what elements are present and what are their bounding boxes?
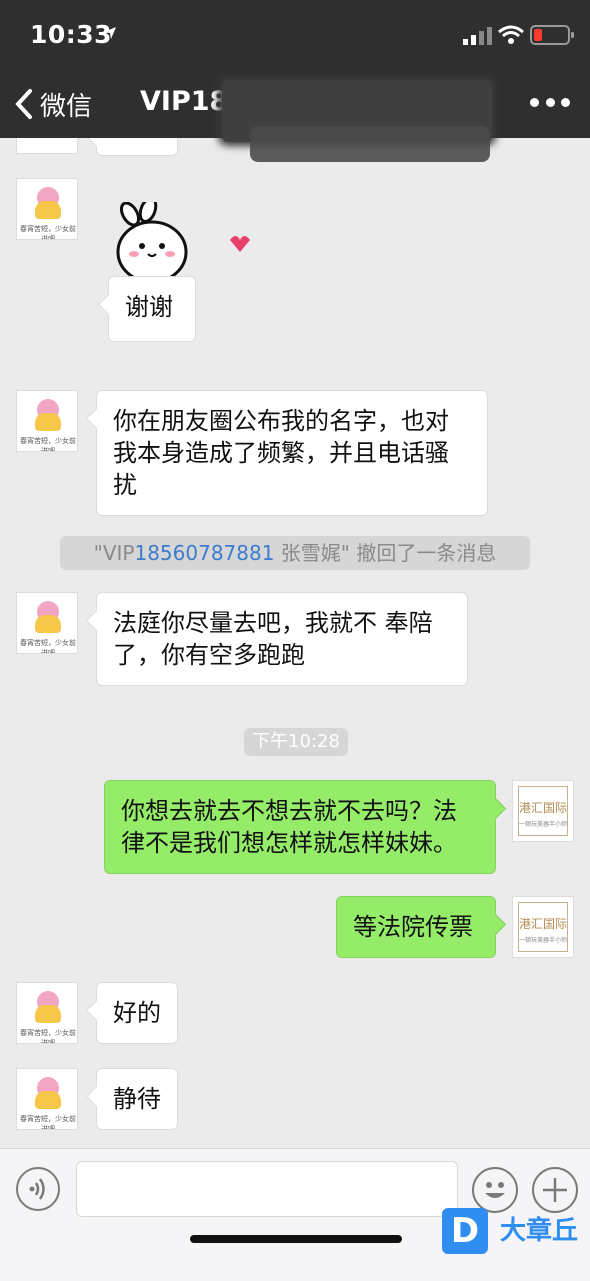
avatar-body [35,615,61,633]
avatar-body [35,201,61,219]
dot-icon [545,97,555,107]
avatar-caption: 春宵苦短，少女前进吧 [20,639,76,654]
top-header: 10:33 微信 VIP18 [0,0,590,142]
watermark-text: 大章丘 [500,1216,579,1246]
message-text: 静待 [113,1085,161,1113]
dot-icon [561,97,570,107]
cellular-signal-icon [463,27,492,45]
contact-avatar[interactable]: 春宵苦短，少女前进吧 [16,390,78,452]
status-time: 10:33 [30,20,113,49]
time-separator: 下午10:28 [244,728,348,756]
input-bar: D 大章丘 [0,1148,590,1281]
chat-title: VIP18 [140,86,229,117]
message-text: 法庭你尽量去吧，我就不 奉陪了，你有空多跑跑 [113,609,433,669]
redaction-scribble [250,126,490,162]
voice-input-button[interactable] [16,1167,60,1211]
message-text: 你在朋友圈公布我的名字，也对我本身造成了频繁，并且电话骚扰 [113,407,449,499]
wifi-icon [498,25,524,44]
location-arrow-icon [104,27,116,39]
message-bubble-sent[interactable]: 等法院传票 [336,896,496,958]
home-indicator[interactable] [190,1235,402,1243]
message-bubble-sent[interactable]: 你想去就去不想去就不去吗？法律不是我们想怎样就怎样妹妹。 [104,780,496,874]
message-bubble[interactable]: 静待 [96,1068,178,1130]
watermark-logo: D [442,1208,488,1254]
more-options-button[interactable] [530,92,570,112]
avatar-brand: 港汇国际 [518,801,567,815]
message-bubble[interactable]: 好的 [96,982,178,1044]
message-bubble[interactable]: 你在朋友圈公布我的名字，也对我本身造成了频繁，并且电话骚扰 [96,390,488,516]
my-avatar[interactable]: 港汇国际 一顿玩美器半小师 [512,896,574,958]
message-bubble[interactable]: 谢谢 [108,276,196,342]
contact-avatar[interactable]: 春宵苦短，少女前进吧 [16,1068,78,1130]
message-text: 你想去就去不想去就不去吗？法律不是我们想怎样就怎样妹妹。 [121,797,457,857]
message-input[interactable] [76,1161,458,1217]
dot-icon [530,97,539,107]
message-text: 等法院传票 [353,913,473,941]
chat-area[interactable]: 春宵苦短，少女前进吧 谢谢 春宵苦短，少女前进吧 你在朋友圈公布我的名字，也对我… [0,138,590,1148]
message-text: 好的 [113,999,161,1027]
contact-avatar[interactable] [16,138,78,154]
message-text: 谢谢 [125,293,173,321]
back-button[interactable]: 微信 [14,86,92,122]
avatar-brand-sub: 一顿玩美器半小师 [518,821,567,828]
message-bubble[interactable]: 法庭你尽量去吧，我就不 奉陪了，你有空多跑跑 [96,592,468,686]
recall-notice: "VIP18560787881 张雪娓" 撤回了一条消息 [60,536,530,570]
status-bar: 10:33 [0,0,590,70]
voice-icon [29,1178,45,1200]
contact-avatar[interactable]: 春宵苦短，少女前进吧 [16,592,78,654]
back-label: 微信 [40,91,93,122]
avatar-caption: 春宵苦短，少女前进吧 [20,1029,76,1044]
watermark: D 大章丘 [440,1204,590,1259]
contact-avatar[interactable]: 春宵苦短，少女前进吧 [16,178,78,240]
avatar-brand: 港汇国际 [518,917,567,931]
avatar-caption: 春宵苦短，少女前进吧 [20,437,76,452]
avatar-caption: 春宵苦短，少女前进吧 [20,225,76,240]
chevron-left-icon [15,89,32,119]
recall-phone-link[interactable]: 18560787881 [134,541,274,565]
avatar-body [35,1005,61,1023]
avatar-caption: 春宵苦短，少女前进吧 [20,1115,76,1130]
recall-prefix: "VIP [93,541,135,565]
battery-icon [530,25,574,45]
partial-message-bubble[interactable] [96,138,178,156]
avatar-body [35,413,61,431]
avatar-body [35,1091,61,1109]
my-avatar[interactable]: 港汇国际 一顿玩美器半小师 [512,780,574,842]
avatar-brand-sub: 一顿玩美器半小师 [518,937,567,944]
recall-suffix: 张雪娓" 撤回了一条消息 [274,541,497,565]
contact-avatar[interactable]: 春宵苦短，少女前进吧 [16,982,78,1044]
